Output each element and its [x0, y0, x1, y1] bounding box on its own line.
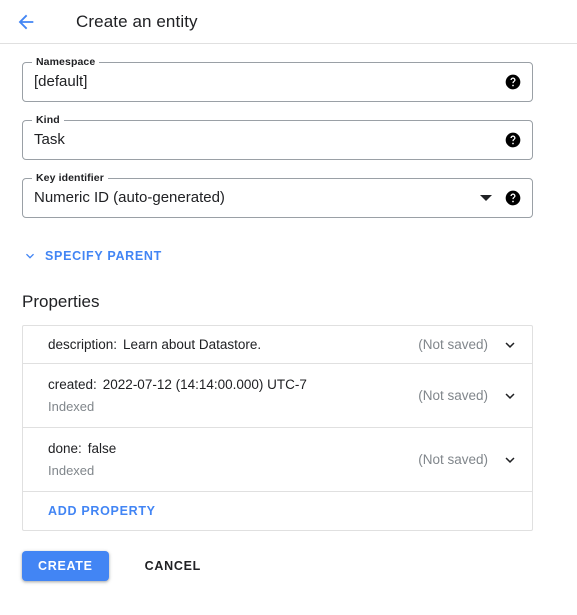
property-value: 2022-07-12 (14:14:00.000) UTC-7 [102, 376, 307, 392]
chevron-down-icon[interactable] [480, 192, 492, 204]
properties-card: description: Learn about Datastore. (Not … [22, 325, 533, 531]
property-key: done: [48, 440, 82, 456]
cancel-button[interactable]: CANCEL [135, 551, 211, 581]
status-badge: (Not saved) [418, 337, 488, 352]
property-line: created: 2022-07-12 (14:14:00.000) UTC-7 [48, 375, 418, 395]
property-key: created: [48, 376, 97, 392]
properties-heading: Properties [22, 292, 100, 311]
chevron-down-icon[interactable] [501, 451, 519, 469]
kind-field-value: Task [34, 131, 65, 148]
status-badge: (Not saved) [418, 388, 488, 403]
back-arrow-icon[interactable] [14, 10, 38, 34]
kind-field-label: Kind [32, 114, 64, 126]
namespace-field-label: Namespace [32, 56, 100, 68]
table-row[interactable]: description: Learn about Datastore. (Not … [23, 326, 532, 364]
namespace-field[interactable]: Namespace [default] [22, 56, 533, 102]
chevron-down-icon [26, 253, 34, 259]
property-value: Learn about Datastore. [123, 336, 262, 352]
table-row[interactable]: done: false Indexed (Not saved) [23, 428, 532, 492]
key-identifier-select[interactable]: Key identifier Numeric ID (auto-generate… [22, 172, 533, 218]
chevron-down-icon[interactable] [501, 387, 519, 405]
property-info: done: false Indexed [48, 439, 418, 481]
create-button[interactable]: CREATE [22, 551, 109, 581]
form-actions: CREATE CANCEL [22, 551, 555, 581]
property-info: description: Learn about Datastore. [48, 335, 418, 355]
key-identifier-value: Numeric ID (auto-generated) [34, 189, 225, 206]
page-header: Create an entity [0, 0, 577, 44]
help-icon[interactable] [505, 132, 521, 148]
kind-field[interactable]: Kind Task [22, 114, 533, 160]
add-property-button[interactable]: ADD PROPERTY [48, 504, 156, 518]
table-row[interactable]: created: 2022-07-12 (14:14:00.000) UTC-7 … [23, 364, 532, 428]
property-indexed-label: Indexed [48, 398, 95, 414]
property-value: false [87, 440, 117, 456]
property-line: done: false [48, 439, 418, 459]
namespace-field-value: [default] [34, 73, 88, 90]
key-identifier-label: Key identifier [32, 172, 108, 184]
specify-parent-label: SPECIFY PARENT [45, 249, 162, 263]
page-title: Create an entity [76, 11, 198, 31]
property-indexed-label: Indexed [48, 462, 95, 478]
chevron-down-icon[interactable] [501, 336, 519, 354]
specify-parent-toggle[interactable]: SPECIFY PARENT [22, 248, 162, 264]
status-badge: (Not saved) [418, 452, 488, 467]
page-content: Namespace [default] Kind Task Key identi… [0, 56, 577, 581]
property-line: description: Learn about Datastore. [48, 335, 418, 355]
help-icon[interactable] [505, 190, 521, 206]
property-info: created: 2022-07-12 (14:14:00.000) UTC-7 … [48, 375, 418, 417]
add-property-row[interactable]: ADD PROPERTY [23, 492, 532, 530]
help-icon[interactable] [505, 74, 521, 90]
property-key: description: [48, 336, 118, 352]
